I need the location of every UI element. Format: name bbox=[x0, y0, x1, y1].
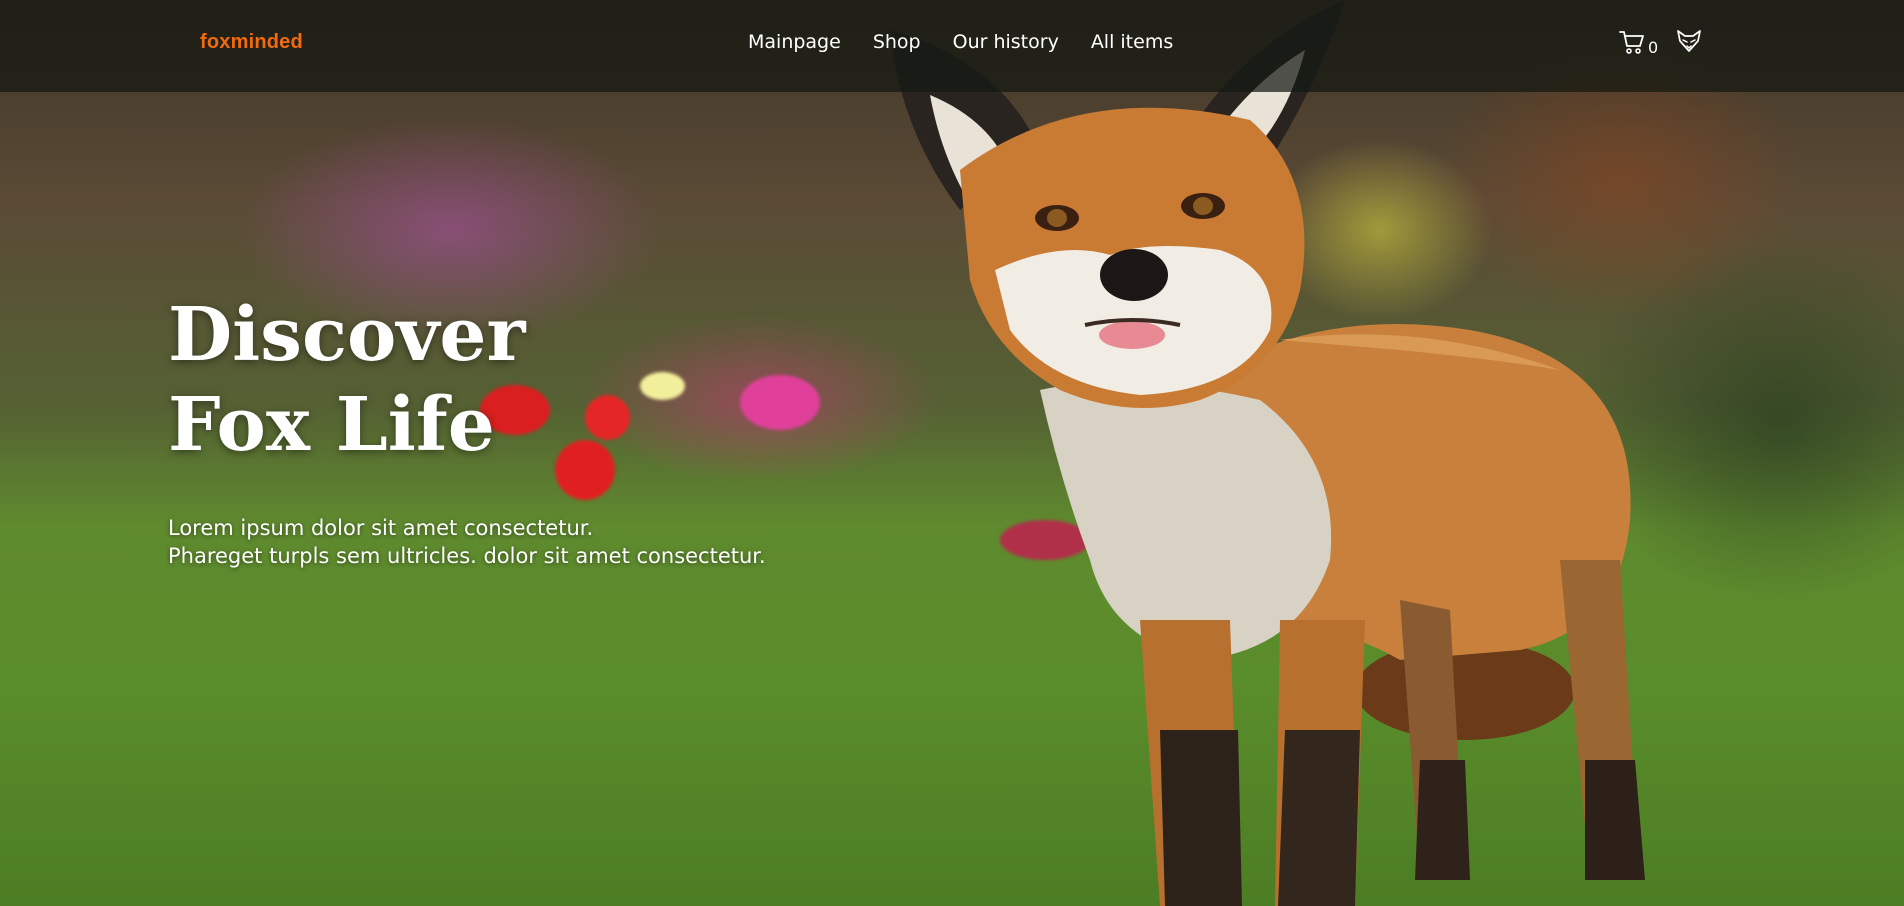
nav-link-all-items[interactable]: All items bbox=[1091, 31, 1173, 53]
hero-title-line-1: Discover bbox=[168, 292, 526, 378]
nav-link-shop[interactable]: Shop bbox=[873, 31, 921, 53]
cart-button[interactable]: 0 bbox=[1618, 28, 1658, 56]
hero-description: Lorem ipsum dolor sit amet consectetur. … bbox=[168, 514, 766, 570]
hero-section: foxminded Mainpage Shop Our history All … bbox=[0, 0, 1904, 906]
top-navbar: foxminded Mainpage Shop Our history All … bbox=[0, 0, 1904, 92]
cart-count: 0 bbox=[1648, 38, 1659, 57]
fox-head-icon[interactable] bbox=[1676, 28, 1702, 54]
nav-links: Mainpage Shop Our history All items bbox=[748, 31, 1173, 53]
nav-link-mainpage[interactable]: Mainpage bbox=[748, 31, 841, 53]
hero-description-line-2: Phareget turpls sem ultricles. dolor sit… bbox=[168, 544, 766, 568]
cart-icon bbox=[1619, 31, 1644, 54]
nav-link-our-history[interactable]: Our history bbox=[953, 31, 1059, 53]
hero-title: Discover Fox Life bbox=[168, 290, 525, 470]
brand-logo[interactable]: foxminded bbox=[200, 31, 303, 54]
hero-title-line-2: Fox Life bbox=[168, 382, 495, 468]
hero-description-line-1: Lorem ipsum dolor sit amet consectetur. bbox=[168, 516, 594, 540]
nav-icons: 0 bbox=[1618, 28, 1702, 56]
